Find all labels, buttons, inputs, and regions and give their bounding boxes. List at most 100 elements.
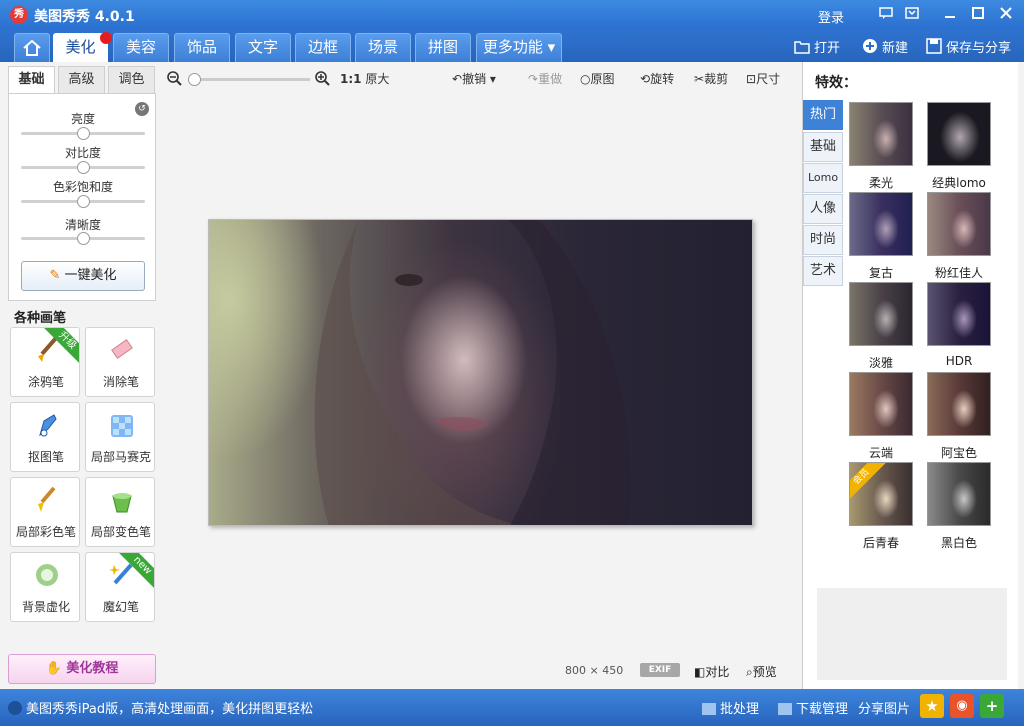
crop-button[interactable]: ✂裁剪 [694, 70, 728, 87]
feedback-icon[interactable] [876, 5, 896, 25]
qzone-star-icon[interactable]: ★ [920, 694, 944, 718]
tab-color[interactable]: 调色 [108, 66, 155, 94]
slider-knob[interactable] [77, 195, 90, 208]
blur-icon [34, 561, 60, 589]
tab-advanced[interactable]: 高级 [58, 66, 105, 94]
download-manager-button[interactable]: 下载管理 [778, 698, 848, 717]
effect-label: 后青春 [862, 536, 899, 550]
resize-button[interactable]: ⊡尺寸 [746, 70, 780, 87]
cutout-brush-button[interactable]: 抠图笔 [10, 402, 80, 472]
effect-thumb[interactable] [927, 192, 991, 256]
effect-thumb[interactable] [927, 102, 991, 166]
save-share-button[interactable]: 保存与分享 [926, 37, 1011, 56]
tutorial-button[interactable]: ✋ 美化教程 [8, 654, 156, 684]
tab-scene[interactable]: 场景 [355, 33, 411, 62]
slider-knob[interactable] [77, 161, 90, 174]
tab-collage[interactable]: 拼图 [415, 33, 471, 62]
save-icon [926, 38, 942, 54]
zoom-slider[interactable] [188, 73, 310, 86]
effects-tab-art[interactable]: 艺术 [803, 256, 843, 286]
chevron-down-icon[interactable]: ▾ [490, 72, 496, 86]
tab-more[interactable]: 更多功能 ▾ [476, 33, 562, 62]
undo-button[interactable]: ↶撤销 ▾ [452, 70, 496, 87]
tab-frame[interactable]: 边框 [295, 33, 351, 62]
mosaic-brush-button[interactable]: 局部马赛克 [85, 402, 155, 472]
brightness-slider[interactable] [21, 127, 145, 140]
preview-button[interactable]: ⌕预览 [746, 663, 777, 680]
effect-thumb[interactable]: 会员 [849, 462, 913, 526]
actual-size-button[interactable]: 1:1 原大 [340, 70, 389, 87]
effect-thumb[interactable] [927, 462, 991, 526]
adjust-tabs: 基础 高级 调色 [8, 66, 156, 94]
slider-knob[interactable] [77, 127, 90, 140]
effects-tab-basic[interactable]: 基础 [803, 132, 843, 162]
effects-tab-portrait[interactable]: 人像 [803, 194, 843, 224]
effects-tab-fashion[interactable]: 时尚 [803, 225, 843, 255]
canvas-area: 1:1 原大 ↶撤销 ▾ ↷重做 ○原图 ⟲旋转 ✂裁剪 ⊡尺寸 800 × 4… [162, 62, 800, 689]
more-share-plus-icon[interactable]: + [980, 694, 1004, 718]
exif-button[interactable]: EXIF [640, 663, 680, 677]
effect-label: 复古 [868, 266, 893, 280]
eraser-brush-button[interactable]: 消除笔 [85, 327, 155, 397]
share-image-button[interactable]: 分享图片 [858, 698, 910, 717]
background-blur-button[interactable]: 背景虚化 [10, 552, 80, 622]
batch-button[interactable]: 批处理 [702, 698, 759, 717]
maximize-icon[interactable] [968, 5, 988, 25]
zoom-in-icon[interactable] [314, 70, 330, 89]
tab-text[interactable]: 文字 [235, 33, 291, 62]
folder-icon [794, 40, 810, 54]
tab-beautify[interactable]: 美化 [53, 32, 112, 62]
compare-button[interactable]: ◧对比 [694, 663, 729, 680]
zoom-out-icon[interactable] [166, 70, 182, 89]
effect-thumb[interactable] [927, 282, 991, 346]
close-icon[interactable] [996, 5, 1016, 25]
recolor-brush-button[interactable]: 局部变色笔 [85, 477, 155, 547]
effect-label: HDR [945, 354, 973, 368]
one-key-beautify-button[interactable]: ✎ 一键美化 [21, 261, 145, 291]
app-title: 美图秀秀 4.0.1 [34, 9, 135, 25]
app-small-icon [8, 701, 22, 715]
ipad-promo-link[interactable]: 美图秀秀iPad版，高清处理画面，美化拼图更轻松 [8, 698, 313, 717]
tab-face[interactable]: 美容 [113, 33, 169, 62]
effect-thumb[interactable] [849, 192, 913, 256]
mosaic-icon [109, 411, 135, 439]
saturation-label: 色彩饱和度 [52, 180, 113, 194]
skin-icon[interactable] [902, 5, 922, 25]
saturation-slider[interactable] [21, 195, 145, 208]
plus-circle-icon [862, 38, 878, 53]
sharpness-slider[interactable] [21, 232, 145, 245]
minimize-icon[interactable] [940, 5, 960, 25]
effect-thumb[interactable] [849, 372, 913, 436]
effect-thumb[interactable] [927, 372, 991, 436]
open-button[interactable]: 打开 [794, 37, 840, 56]
weibo-icon[interactable]: ◉ [950, 694, 974, 718]
effects-tab-hot[interactable]: 热门 [803, 100, 843, 130]
app-logo: 秀 [10, 6, 28, 24]
status-bar: 美图秀秀iPad版，高清处理画面，美化拼图更轻松 批处理 下载管理 分享图片 ★… [0, 689, 1024, 726]
brightness-label: 亮度 [70, 112, 95, 126]
home-tab[interactable] [14, 33, 50, 62]
effect-thumb[interactable] [849, 102, 913, 166]
redo-button[interactable]: ↷重做 [528, 70, 562, 87]
new-button[interactable]: 新建 [862, 37, 908, 56]
contrast-slider[interactable] [21, 161, 145, 174]
original-button[interactable]: ○原图 [580, 70, 615, 87]
color-brush-button[interactable]: 局部彩色笔 [10, 477, 80, 547]
edited-photo[interactable] [208, 219, 753, 526]
zoom-knob[interactable] [188, 73, 201, 86]
pen-cutout-icon [34, 411, 60, 439]
undo-icon: ↶ [452, 72, 463, 86]
redo-icon: ↷ [528, 72, 539, 86]
tab-accessories[interactable]: 饰品 [174, 33, 230, 62]
effect-label: 淡雅 [868, 356, 893, 370]
effects-tab-lomo[interactable]: Lomo [803, 163, 843, 193]
slider-knob[interactable] [77, 232, 90, 245]
magic-brush-button[interactable]: new 魔幻笔 [85, 552, 155, 622]
effect-thumb[interactable] [849, 282, 913, 346]
wand-icon: ✎ [49, 268, 65, 283]
login-link[interactable]: 登录 [818, 7, 844, 26]
tab-basic[interactable]: 基础 [8, 66, 55, 94]
effect-label: 云端 [868, 446, 893, 460]
rotate-button[interactable]: ⟲旋转 [640, 70, 674, 87]
doodle-brush-button[interactable]: 升级 涂鸦笔 [10, 327, 80, 397]
